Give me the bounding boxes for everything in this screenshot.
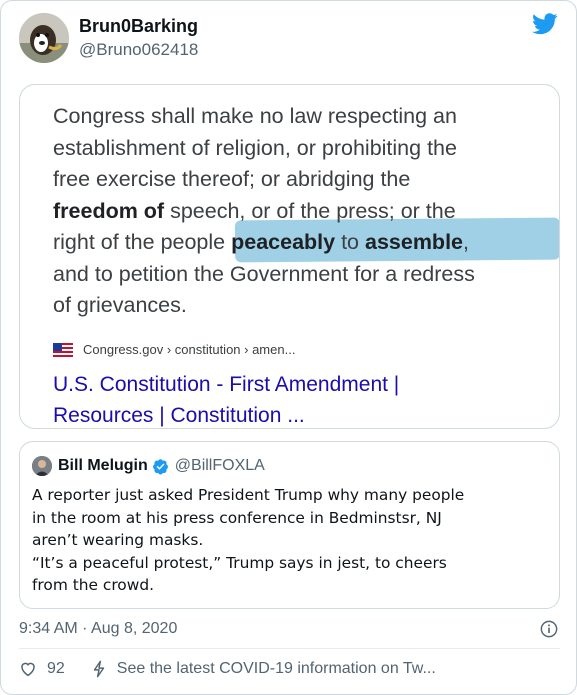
covid-info-link[interactable]: See the latest COVID-19 information on T… bbox=[91, 660, 436, 678]
bold-phrase: assemble bbox=[364, 230, 463, 254]
amendment-line: and to petition the Government for a red… bbox=[53, 261, 475, 286]
quoted-tweet-text: A reporter just asked President Trump wh… bbox=[32, 486, 465, 594]
amendment-line: of grievances. bbox=[53, 293, 187, 317]
amendment-fragment: speech, or of the press; or the bbox=[164, 198, 456, 223]
quoted-author-handle[interactable]: @BillFOXLA bbox=[175, 457, 265, 475]
author-block[interactable]: Brun0Barking @Bruno062418 bbox=[79, 15, 198, 61]
bold-phrase: freedom of bbox=[53, 198, 165, 223]
info-icon[interactable] bbox=[540, 620, 558, 638]
twitter-bird-icon[interactable] bbox=[532, 13, 558, 35]
like-button[interactable]: 92 bbox=[19, 660, 65, 678]
tweet-actions: 92 See the latest COVID-19 information o… bbox=[19, 657, 436, 681]
source-row: Congress.gov › constitution › amen... bbox=[53, 342, 295, 357]
covid-info-text[interactable]: See the latest COVID-19 information on T… bbox=[117, 660, 436, 678]
heart-icon[interactable] bbox=[19, 660, 37, 678]
first-amendment-text: Congress shall make no law respecting an… bbox=[53, 101, 553, 322]
quoted-tweet[interactable]: Bill Melugin @BillFOXLA A reporter just … bbox=[19, 441, 560, 609]
author-handle[interactable]: @Bruno062418 bbox=[79, 39, 198, 61]
quoted-author-name[interactable]: Bill Melugin bbox=[58, 457, 148, 475]
like-count: 92 bbox=[47, 660, 65, 677]
verified-badge-icon bbox=[152, 458, 168, 475]
source-breadcrumb: Congress.gov › constitution › amen... bbox=[83, 342, 296, 357]
tweet-card: Brun0Barking @Bruno062418 Congress shall… bbox=[0, 0, 577, 695]
amendment-fragment: , bbox=[463, 230, 469, 254]
tweet-meta: 9:34 AM · Aug 8, 2020 bbox=[19, 617, 560, 641]
tweet-timestamp[interactable]: 9:34 AM · Aug 8, 2020 bbox=[19, 620, 177, 637]
amendment-fragment: right of the people bbox=[53, 230, 232, 254]
amendment-fragment: to bbox=[335, 230, 365, 254]
amendment-line: Congress shall make no law respecting an bbox=[53, 104, 457, 128]
covid-bolt-icon bbox=[93, 660, 105, 678]
link-line[interactable]: Resources | Constitution ... bbox=[53, 400, 533, 428]
amendment-line: establishment of religion, or prohibitin… bbox=[53, 135, 457, 160]
quoted-tweet-header: Bill Melugin @BillFOXLA bbox=[32, 456, 265, 476]
search-result-link[interactable]: U.S. Constitution - First Amendment | Re… bbox=[53, 369, 533, 428]
author-name[interactable]: Brun0Barking bbox=[79, 15, 198, 37]
link-line[interactable]: U.S. Constitution - First Amendment | bbox=[53, 369, 533, 400]
bold-phrase: peaceably bbox=[231, 230, 336, 254]
amendment-line: freedom of speech, or of the press; or t… bbox=[53, 196, 553, 228]
divider bbox=[19, 648, 560, 649]
amendment-line: right of the people peaceably to assembl… bbox=[53, 227, 553, 259]
amendment-line: free exercise thereof; or abridging the bbox=[53, 167, 411, 191]
us-flag-icon bbox=[53, 342, 73, 357]
author-avatar[interactable] bbox=[19, 13, 69, 63]
constitution-screenshot[interactable]: Congress shall make no law respecting an… bbox=[19, 84, 560, 429]
quoted-author-avatar[interactable] bbox=[32, 456, 52, 476]
